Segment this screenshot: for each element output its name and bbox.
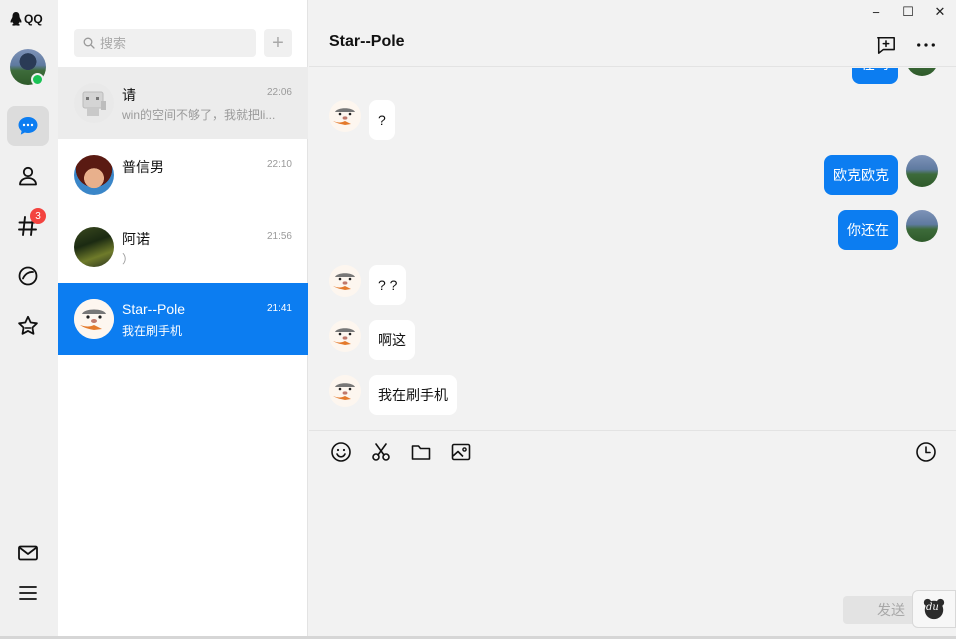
- conversation-list-panel: + 请 22:06 win的空间不够了，我就把li... 普信男 22:10 阿…: [58, 0, 308, 639]
- add-to-group-button[interactable]: [874, 34, 898, 56]
- message-bubble-sent[interactable]: 在吗: [852, 68, 898, 84]
- conversation-item[interactable]: 普信男 22:10: [58, 139, 308, 211]
- mail-icon: [18, 545, 38, 561]
- close-button[interactable]: ✕: [924, 4, 956, 20]
- conversation-time: 22:10: [266, 159, 292, 170]
- conversation-preview: 我在刷手机: [122, 324, 183, 338]
- nav-rail: QQ 3: [0, 0, 58, 639]
- history-button[interactable]: [915, 441, 937, 463]
- scene-avatar: [74, 227, 114, 267]
- nav-favorites[interactable]: [7, 306, 49, 346]
- conversation-item[interactable]: 阿诺 21:56 ）: [58, 211, 308, 283]
- floating-widget[interactable]: du: [912, 590, 956, 628]
- message-bubble-received[interactable]: 我在刷手机: [369, 375, 457, 415]
- message-bubble-received[interactable]: ?: [369, 100, 395, 140]
- message-row: 欧克欧克: [309, 155, 956, 195]
- clock-icon: [916, 442, 936, 462]
- conversation-name: 请: [122, 87, 136, 103]
- planet-icon: [18, 266, 38, 286]
- hamburger-menu-icon: [19, 586, 37, 600]
- file-button[interactable]: [410, 441, 432, 463]
- contact-message-avatar[interactable]: [329, 375, 361, 407]
- channels-badge: 3: [30, 208, 46, 224]
- emoji-icon: [331, 442, 351, 462]
- conversation-preview: ）: [122, 252, 135, 266]
- nav-discover[interactable]: [7, 256, 49, 296]
- message-bubble-received[interactable]: 啊这: [369, 320, 415, 360]
- message-row: ? ?: [309, 265, 956, 305]
- online-status-dot: [31, 73, 44, 86]
- image-button[interactable]: [450, 441, 472, 463]
- conversation-name: 阿诺: [122, 231, 150, 247]
- message-row: 你还在: [309, 210, 956, 250]
- my-message-avatar[interactable]: [906, 68, 938, 76]
- chat-title: Star--Pole: [329, 33, 405, 50]
- scissors-icon: [372, 443, 390, 461]
- conversation-name: Star--Pole: [122, 301, 186, 317]
- message-row: 啊这: [309, 320, 956, 360]
- search-icon: [83, 37, 95, 49]
- message-bubble-sent[interactable]: 你还在: [838, 210, 898, 250]
- conversation-item-selected[interactable]: Star--Pole 21:41 我在刷手机: [58, 283, 308, 355]
- screenshot-button[interactable]: [370, 441, 392, 463]
- star-icon: [18, 315, 38, 335]
- app-name: QQ: [24, 12, 43, 26]
- chat-add-icon: [877, 36, 895, 54]
- message-row: 在吗: [309, 68, 956, 84]
- my-message-avatar[interactable]: [906, 155, 938, 187]
- search-box[interactable]: [74, 29, 256, 57]
- app-title: QQ: [10, 12, 43, 26]
- person-icon: [19, 166, 37, 186]
- nav-contacts[interactable]: [7, 156, 49, 196]
- window-controls: − ☐ ✕: [860, 4, 956, 20]
- message-row: 我在刷手机: [309, 375, 956, 415]
- message-bubble-sent[interactable]: 欧克欧克: [824, 155, 898, 195]
- folder-icon: [411, 445, 431, 460]
- composer-toolbar: [309, 430, 956, 472]
- anime-avatar: [74, 155, 114, 195]
- image-icon: [451, 443, 471, 461]
- search-input[interactable]: [100, 35, 250, 51]
- chat-panel: − ☐ ✕ Star--Pole 在吗 ? 欧克欧克 你还在: [309, 0, 956, 639]
- conversation-name: 普信男: [122, 159, 164, 175]
- nav-menu[interactable]: [7, 573, 49, 613]
- contact-message-avatar[interactable]: [329, 320, 361, 352]
- conversation-time: 21:41: [266, 303, 292, 314]
- robot-avatar: [74, 83, 114, 123]
- add-button[interactable]: +: [264, 29, 292, 57]
- conversation-time: 21:56: [266, 231, 292, 242]
- message-bubble-received[interactable]: ? ?: [369, 265, 407, 305]
- chat-bubble-icon: [18, 117, 38, 135]
- contact-message-avatar[interactable]: [329, 100, 361, 132]
- more-dots-icon: [917, 43, 935, 47]
- message-row: ?: [309, 100, 956, 140]
- mole-avatar: [74, 299, 114, 339]
- conversation-preview: win的空间不够了，我就把li...: [122, 108, 276, 122]
- more-options-button[interactable]: [914, 34, 938, 56]
- nav-mail[interactable]: [7, 533, 49, 573]
- message-list: 在吗 ? 欧克欧克 你还在 ? ? 啊这 我在刷手机: [309, 68, 956, 430]
- conversation-item[interactable]: 请 22:06 win的空间不够了，我就把li...: [58, 67, 308, 139]
- minimize-button[interactable]: −: [860, 4, 892, 20]
- message-input[interactable]: [309, 472, 956, 592]
- qq-penguin-icon: [10, 12, 22, 26]
- nav-messages[interactable]: [7, 106, 49, 146]
- du-label: du: [926, 602, 939, 613]
- contact-message-avatar[interactable]: [329, 265, 361, 297]
- conversation-time: 22:06: [266, 87, 292, 98]
- emoji-button[interactable]: [330, 441, 352, 463]
- chat-header: Star--Pole: [309, 28, 956, 67]
- my-message-avatar[interactable]: [906, 210, 938, 242]
- maximize-button[interactable]: ☐: [892, 4, 924, 20]
